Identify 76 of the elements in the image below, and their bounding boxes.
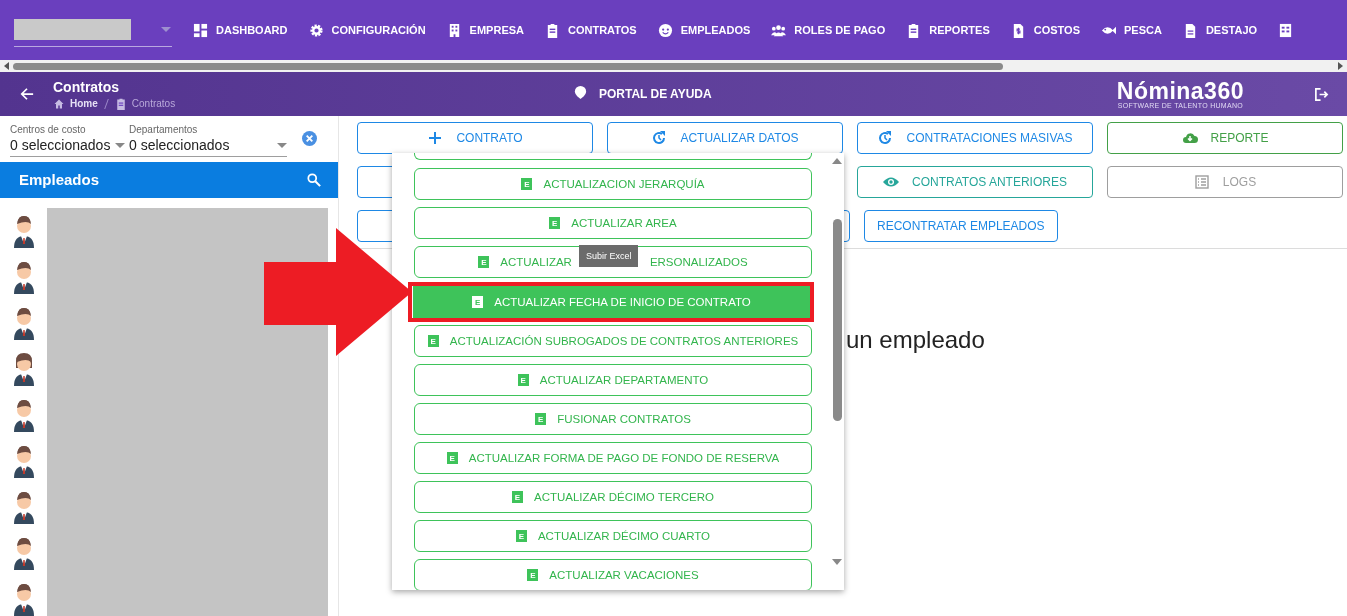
excel-icon: E (535, 413, 547, 425)
menu-item[interactable]: E ACTUALIZAR AREA (414, 207, 812, 239)
filter-dropdown[interactable]: Centros de costo 0 seleccionados (10, 124, 129, 154)
menu-item[interactable]: E ACTUALIZAR FECHA DE INICIO DE CONTRATO (413, 286, 810, 318)
nav-link[interactable]: EMPRESA (446, 22, 524, 38)
refresh-icon (651, 130, 668, 146)
action-button[interactable]: CONTRATO (357, 122, 593, 154)
nav-link[interactable]: CONFIGURACIÓN (308, 22, 426, 38)
clear-icon[interactable] (302, 131, 317, 147)
caret-icon[interactable] (161, 27, 171, 32)
menu-item[interactable]: E ACTUALIZAR FORMA DE PAGO DE FONDO DE RESERVA (414, 442, 812, 474)
action-button[interactable]: RECONTRATAR EMPLEADOS (864, 210, 1058, 242)
avatar-silhouette (11, 490, 36, 524)
avatar-silhouette (11, 306, 36, 340)
action-button[interactable]: ACTUALIZAR DATOS (607, 122, 843, 154)
table-icon[interactable] (1278, 22, 1294, 38)
menu-item[interactable]: E ACTUALIZAR VACACIONES (414, 559, 812, 590)
horizontal-scrollbar[interactable] (0, 60, 1347, 72)
excel-icon: E (512, 491, 523, 503)
avatar-silhouette (11, 444, 36, 478)
filter-dropdown[interactable]: Departamentos 0 seleccionados (129, 124, 287, 154)
menu-item[interactable]: E ACTUALIZAR DÉCIMO TERCERO (414, 481, 812, 513)
search-icon[interactable] (307, 172, 321, 187)
excel-icon: E (517, 374, 529, 386)
nav-link[interactable]: DESTAJO (1182, 22, 1258, 38)
action-button[interactable]: LOGS (1107, 166, 1343, 198)
menu-item[interactable]: E ACTUALIZACIÓN SUBROGADOS DE CONTRATOS ANTERIORES (414, 325, 812, 357)
refresh-icon (877, 130, 894, 146)
menu-item[interactable]: E ACTUALIZAR DEPARTAMENTO (414, 364, 812, 396)
nav-link[interactable]: REPORTES (906, 22, 990, 38)
avatar-silhouette (11, 352, 36, 386)
clipboard-icon (114, 97, 127, 110)
home-icon (53, 97, 65, 110)
menu-item[interactable]: E ACTUALIZAR Subir Excel ERSONALIZADOS (414, 246, 812, 278)
cloud-download-icon (1181, 130, 1198, 146)
excel-icon: E (549, 217, 561, 229)
nav-link[interactable]: PESCA (1101, 22, 1162, 38)
action-button[interactable]: CONTRATOS ANTERIORES (857, 166, 1093, 198)
settings-icon (308, 22, 324, 38)
menu-item[interactable]: E ACTUALIZACION JERARQUÍA (414, 168, 812, 200)
nav-link[interactable]: EMPLEADOS (657, 22, 751, 38)
excel-icon: E (478, 256, 490, 268)
breadcrumb-link[interactable]: Home (70, 98, 98, 109)
excel-icon: E (521, 178, 533, 190)
avatar-silhouette (11, 536, 36, 570)
page-title: Contratos (53, 78, 121, 95)
excel-icon: E (527, 569, 539, 581)
dashboard-icon (193, 22, 208, 38)
tooltip: Subir Excel (578, 245, 639, 267)
nav-link[interactable]: ROLES DE PAGO (771, 22, 886, 38)
back-arrow-icon[interactable] (20, 87, 34, 101)
excel-icon: E (472, 296, 484, 308)
action-button[interactable]: REPORTE (1107, 122, 1343, 154)
avatar-silhouette (11, 398, 36, 432)
empty-state-message: un empleado (846, 326, 985, 354)
help-portal-link[interactable]: PORTAL DE AYUDA (573, 85, 712, 103)
employees-title: Empleados (19, 171, 100, 189)
excel-icon: E (515, 530, 527, 542)
excel-icon: E (427, 335, 439, 347)
avatar-silhouette (11, 214, 36, 248)
menu-item[interactable]: E FUSIONAR CONTRATOS (414, 403, 812, 435)
nav-link[interactable]: CONTRATOS (545, 22, 637, 38)
nav-link[interactable]: DASHBOARD (193, 22, 288, 38)
logo-wordmark: Nómina360 (1116, 79, 1244, 102)
menu-item[interactable] (414, 153, 812, 160)
excel-icon: E (446, 452, 458, 464)
group-icon (771, 22, 787, 38)
face-icon (657, 22, 673, 38)
plus-icon (427, 130, 444, 146)
action-button[interactable]: CONTRATACIONES MASIVAS (857, 122, 1093, 154)
list-icon (1193, 174, 1210, 190)
clipboard-icon (545, 22, 560, 38)
avatar-silhouette (11, 260, 36, 294)
menu-item[interactable]: E ACTUALIZAR DÉCIMO CUARTO (414, 520, 812, 552)
logout-icon[interactable] (1314, 86, 1329, 102)
nav-link[interactable]: COSTOS (1010, 22, 1080, 38)
